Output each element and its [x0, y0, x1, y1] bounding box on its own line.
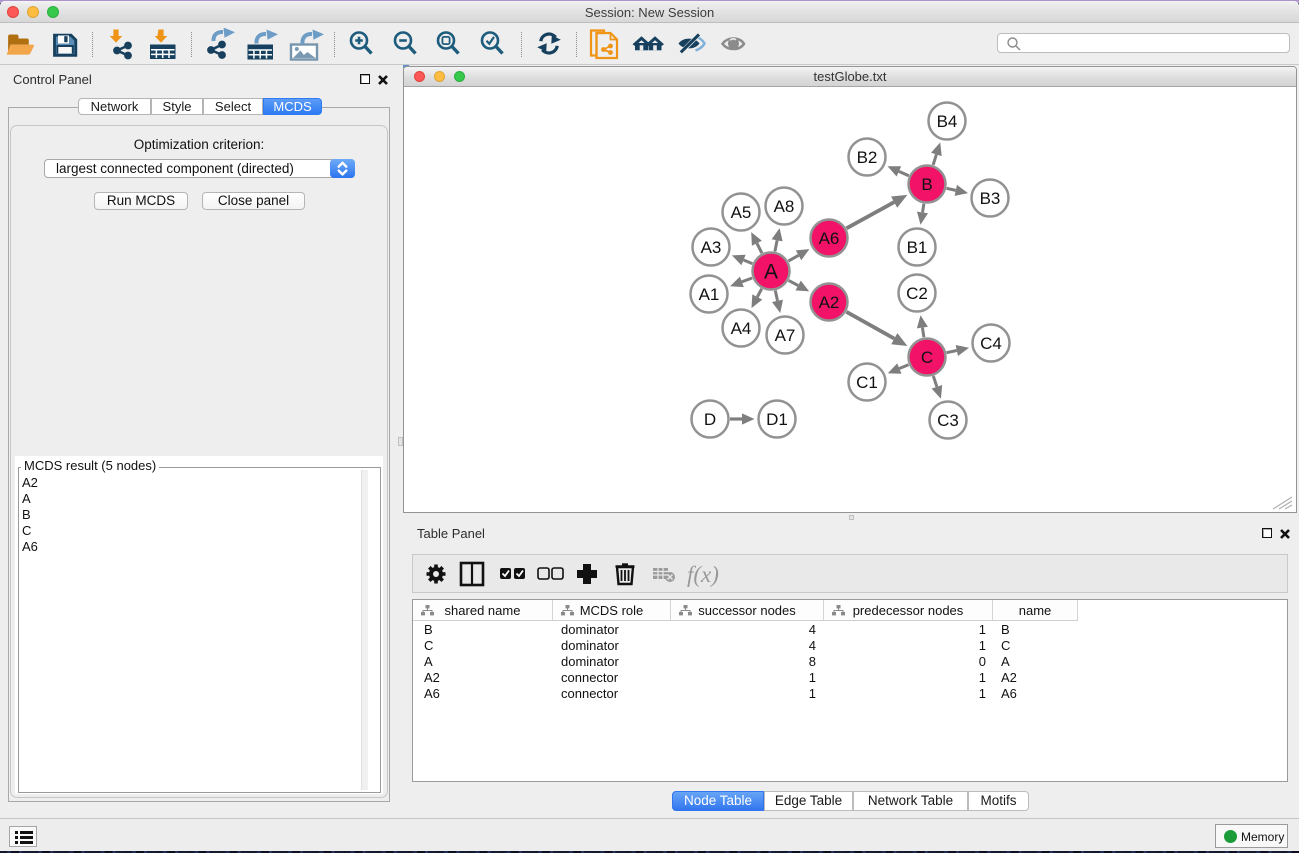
svg-text:B2: B2 — [857, 148, 878, 167]
svg-text:B3: B3 — [980, 189, 1001, 208]
svg-text:f(x): f(x) — [687, 562, 719, 587]
svg-text:C3: C3 — [937, 411, 959, 430]
svg-text:A: A — [764, 260, 778, 283]
svg-text:C4: C4 — [980, 334, 1002, 353]
svg-text:A1: A1 — [699, 285, 720, 304]
svg-text:D: D — [704, 410, 716, 429]
svg-text:B1: B1 — [907, 238, 928, 257]
svg-text:D1: D1 — [766, 410, 788, 429]
svg-text:B4: B4 — [937, 112, 958, 131]
svg-text:C: C — [921, 348, 933, 367]
svg-text:A8: A8 — [774, 197, 795, 216]
svg-text:C1: C1 — [856, 373, 878, 392]
svg-text:A7: A7 — [775, 326, 796, 345]
svg-text:A4: A4 — [731, 319, 752, 338]
svg-text:A6: A6 — [819, 229, 840, 248]
svg-text:A5: A5 — [731, 203, 752, 222]
svg-text:B: B — [921, 175, 932, 194]
svg-text:A3: A3 — [701, 238, 722, 257]
svg-text:A2: A2 — [819, 293, 840, 312]
svg-text:C2: C2 — [906, 284, 928, 303]
